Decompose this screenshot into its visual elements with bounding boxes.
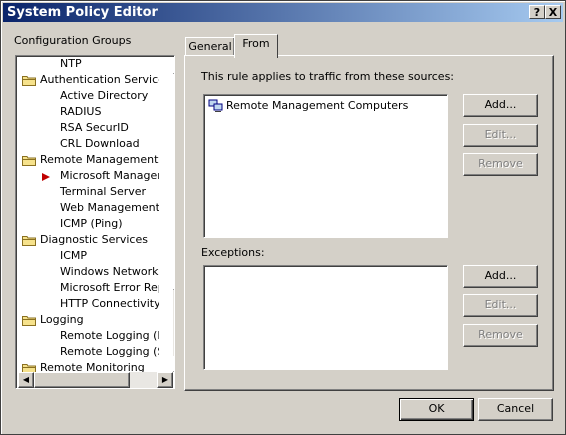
tree-item-label: Windows Networking bbox=[60, 265, 159, 278]
folder-icon bbox=[22, 155, 36, 166]
tree-item-label: RADIUS bbox=[60, 105, 102, 118]
folder-icon bbox=[22, 75, 36, 86]
tree-item-label: ICMP bbox=[60, 249, 88, 262]
tab-from-label: From bbox=[242, 37, 270, 50]
tree-item-label: HTTP Connectivity verifiers bbox=[60, 297, 159, 310]
add-exception-button[interactable]: Add... bbox=[463, 265, 538, 288]
ok-button[interactable]: OK bbox=[399, 398, 474, 421]
system-policy-editor-window: System Policy Editor ? X Configuration G… bbox=[0, 0, 566, 435]
sources-label: This rule applies to traffic from these … bbox=[201, 70, 455, 83]
tab-general-label: General bbox=[188, 40, 232, 53]
remove-exception-button[interactable]: Remove bbox=[463, 324, 538, 347]
tree-items-container: NTP Authentication Services Active Directo… bbox=[18, 58, 159, 372]
exceptions-label: Exceptions: bbox=[201, 246, 265, 259]
folder-icon bbox=[22, 363, 36, 372]
exceptions-list[interactable] bbox=[203, 265, 448, 370]
scroll-down-icon[interactable]: ▼ bbox=[173, 356, 174, 372]
tree-item-label: Microsoft Error Reporting bbox=[60, 281, 159, 294]
folder-icon bbox=[22, 235, 36, 246]
computers-icon bbox=[208, 99, 224, 113]
tab-general[interactable]: General bbox=[185, 37, 235, 57]
title-bar[interactable]: System Policy Editor ? X bbox=[3, 3, 563, 22]
configuration-groups-label: Configuration Groups bbox=[14, 34, 132, 47]
tree-item-label: CRL Download bbox=[60, 137, 140, 150]
close-button[interactable]: X bbox=[545, 5, 561, 19]
tree-vertical-scrollbar[interactable]: ▲ ▼ bbox=[173, 58, 174, 372]
scroll-right-icon[interactable]: ▶ bbox=[157, 372, 173, 388]
edit-exception-button[interactable]: Edit... bbox=[463, 294, 538, 317]
tree-item-label: Diagnostic Services bbox=[40, 233, 148, 246]
cancel-button[interactable]: Cancel bbox=[478, 398, 553, 421]
from-tab-panel: This rule applies to traffic from these … bbox=[184, 55, 554, 391]
tree-item-label: NTP bbox=[60, 58, 82, 70]
vertical-scroll-thumb[interactable] bbox=[173, 74, 174, 290]
sources-list[interactable]: Remote Management Computers bbox=[203, 94, 448, 238]
tree-item-label: Remote Monitoring bbox=[40, 361, 145, 372]
tree-item-label: Web Management bbox=[60, 201, 159, 214]
source-item-label: Remote Management Computers bbox=[226, 99, 409, 112]
tree-item-label: Remote Management bbox=[40, 153, 159, 166]
tree-item-label: Remote Logging (SQL) bbox=[60, 345, 159, 358]
tab-from[interactable]: From bbox=[234, 34, 278, 58]
scroll-left-icon[interactable]: ◀ bbox=[18, 372, 34, 388]
scroll-up-icon[interactable]: ▲ bbox=[173, 58, 174, 74]
add-source-button[interactable]: Add... bbox=[463, 94, 538, 117]
tree-item-label: Terminal Server bbox=[60, 185, 147, 198]
selected-arrow-icon bbox=[41, 171, 51, 187]
tree-item-label: Logging bbox=[40, 313, 84, 326]
folder-icon bbox=[22, 315, 36, 326]
configuration-groups-tree[interactable]: NTP Authentication Services Active Directo… bbox=[15, 55, 175, 389]
tree-item-label: Active Directory bbox=[60, 89, 149, 102]
tree-item-label: ICMP (Ping) bbox=[60, 217, 123, 230]
tree-item-label: RSA SecurID bbox=[60, 121, 129, 134]
horizontal-scroll-thumb[interactable] bbox=[34, 372, 130, 388]
tree-item-label: Remote Logging (NetBIOS) bbox=[60, 329, 159, 342]
window-title: System Policy Editor bbox=[7, 5, 158, 20]
edit-source-button[interactable]: Edit... bbox=[463, 124, 538, 147]
help-button[interactable]: ? bbox=[529, 5, 545, 19]
tree-item-label: Microsoft Management bbox=[60, 169, 159, 182]
remove-source-button[interactable]: Remove bbox=[463, 153, 538, 176]
tree-horizontal-scrollbar[interactable]: ◀ ▶ bbox=[18, 372, 173, 388]
tree-item-label: Authentication Services bbox=[40, 73, 159, 86]
